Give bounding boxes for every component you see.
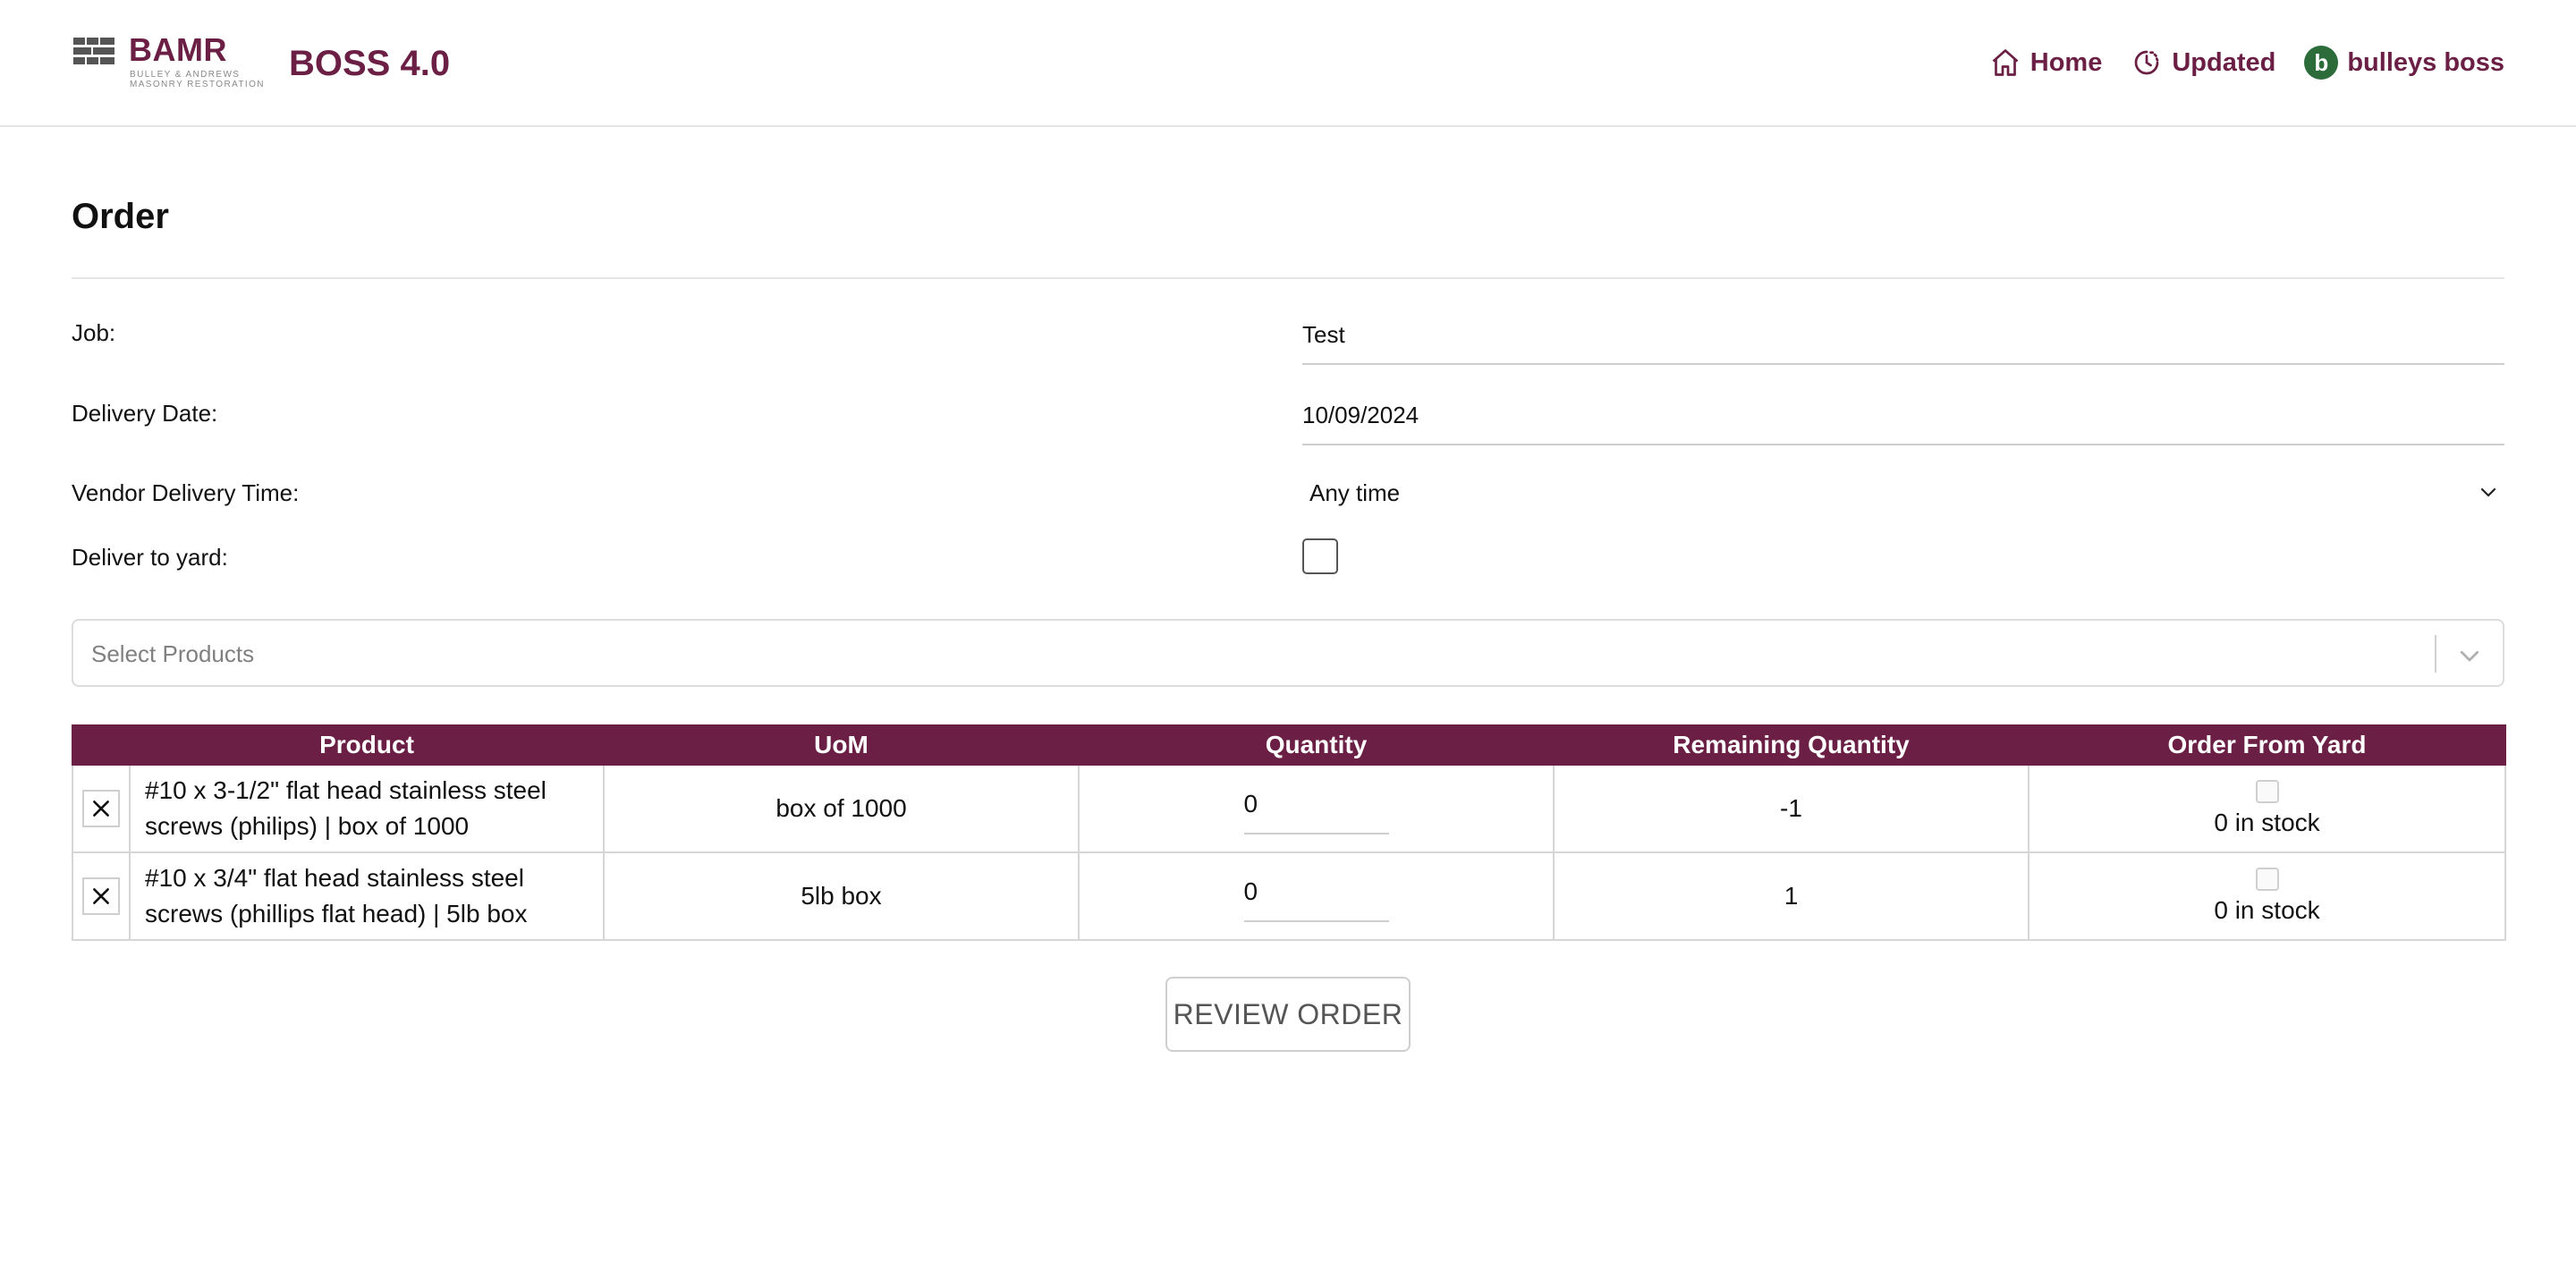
quantity-input[interactable]: 0 [1243, 870, 1389, 922]
nav-home-label: Home [2029, 47, 2103, 77]
deliver-to-yard-label: Deliver to yard: [72, 544, 228, 571]
chevron-down-icon[interactable] [2456, 642, 2483, 669]
table-row: #10 x 3/4" flat head stainless steel scr… [72, 851, 2506, 941]
column-header-remove [72, 724, 131, 766]
top-nav: Home Updated b bulleys boss [1961, 43, 2504, 82]
logo-subtitle-2: MASONRY RESTORATION [130, 80, 265, 89]
quantity-value: 0 [1243, 877, 1258, 905]
company-logo[interactable]: BAMR BULLEY & ANDREWS MASONRY RESTORATIO… [73, 31, 263, 91]
nav-updated[interactable]: Updated [2131, 47, 2275, 79]
avatar: b [2304, 46, 2339, 80]
history-icon [2135, 50, 2159, 75]
column-header-quantity: Quantity [1078, 724, 1555, 766]
chevron-down-icon [2480, 487, 2496, 497]
table-header-row: Product UoM Quantity Remaining Quantity … [72, 724, 2506, 766]
remaining-quantity-cell: -1 [1553, 764, 2029, 853]
job-field[interactable]: Test [1302, 317, 2504, 365]
quantity-cell: 0 [1078, 851, 1555, 941]
order-from-yard-cell: 0 in stock [2028, 764, 2506, 853]
delivery-date-field[interactable]: 10/09/2024 [1302, 397, 2504, 445]
vendor-delivery-time-value: Any time [1309, 479, 1401, 506]
column-header-product: Product [129, 724, 605, 766]
stock-count: 0 in stock [2214, 809, 2320, 836]
column-header-order-from-yard: Order From Yard [2028, 724, 2506, 766]
order-products-table: Product UoM Quantity Remaining Quantity … [72, 724, 2506, 941]
nav-user-menu[interactable]: b bulleys boss [2304, 46, 2504, 80]
quantity-value: 0 [1243, 790, 1258, 817]
app-title: BOSS 4.0 [289, 44, 451, 83]
product-name-cell: #10 x 3/4" flat head stainless steel scr… [129, 851, 605, 941]
home-icon [1992, 49, 2019, 76]
vendor-delivery-time-label: Vendor Delivery Time: [72, 479, 300, 506]
job-label: Job: [72, 319, 116, 346]
brick-logo-icon [73, 38, 114, 64]
nav-home[interactable]: Home [1989, 47, 2103, 79]
delivery-date-value: 10/09/2024 [1302, 402, 1419, 428]
order-from-yard-checkbox[interactable] [2255, 868, 2279, 891]
column-header-uom: UoM [603, 724, 1080, 766]
close-icon [93, 888, 109, 904]
uom-cell: box of 1000 [603, 764, 1080, 853]
order-from-yard-checkbox[interactable] [2255, 780, 2279, 803]
stock-count: 0 in stock [2214, 896, 2320, 924]
job-value: Test [1302, 321, 1345, 348]
select-products-dropdown[interactable]: Select Products [72, 619, 2504, 687]
dropdown-separator [2435, 635, 2436, 673]
remove-cell [72, 851, 131, 941]
page-title: Order [72, 197, 169, 236]
close-icon [93, 800, 109, 817]
vendor-delivery-time-select[interactable]: Any time [1302, 474, 2504, 513]
title-divider [72, 277, 2504, 279]
remove-product-button[interactable] [82, 877, 120, 915]
review-order-button[interactable]: REVIEW ORDER [1165, 977, 1411, 1052]
nav-updated-label: Updated [2172, 47, 2276, 77]
deliver-to-yard-checkbox[interactable] [1302, 538, 1338, 574]
uom-cell: 5lb box [603, 851, 1080, 941]
table-row: #10 x 3-1/2" flat head stainless steel s… [72, 764, 2506, 853]
product-name-cell: #10 x 3-1/2" flat head stainless steel s… [129, 764, 605, 853]
remove-cell [72, 764, 131, 853]
select-products-placeholder: Select Products [91, 640, 255, 667]
order-from-yard-cell: 0 in stock [2028, 851, 2506, 941]
app-header: BAMR BULLEY & ANDREWS MASONRY RESTORATIO… [0, 0, 2576, 127]
remove-product-button[interactable] [82, 790, 120, 827]
quantity-input[interactable]: 0 [1243, 783, 1389, 834]
quantity-cell: 0 [1078, 764, 1555, 853]
delivery-date-label: Delivery Date: [72, 400, 218, 427]
user-name: bulleys boss [2347, 47, 2504, 77]
column-header-remaining-quantity: Remaining Quantity [1553, 724, 2029, 766]
remaining-quantity-cell: 1 [1553, 851, 2029, 941]
logo-brand-text: BAMR [129, 31, 227, 68]
